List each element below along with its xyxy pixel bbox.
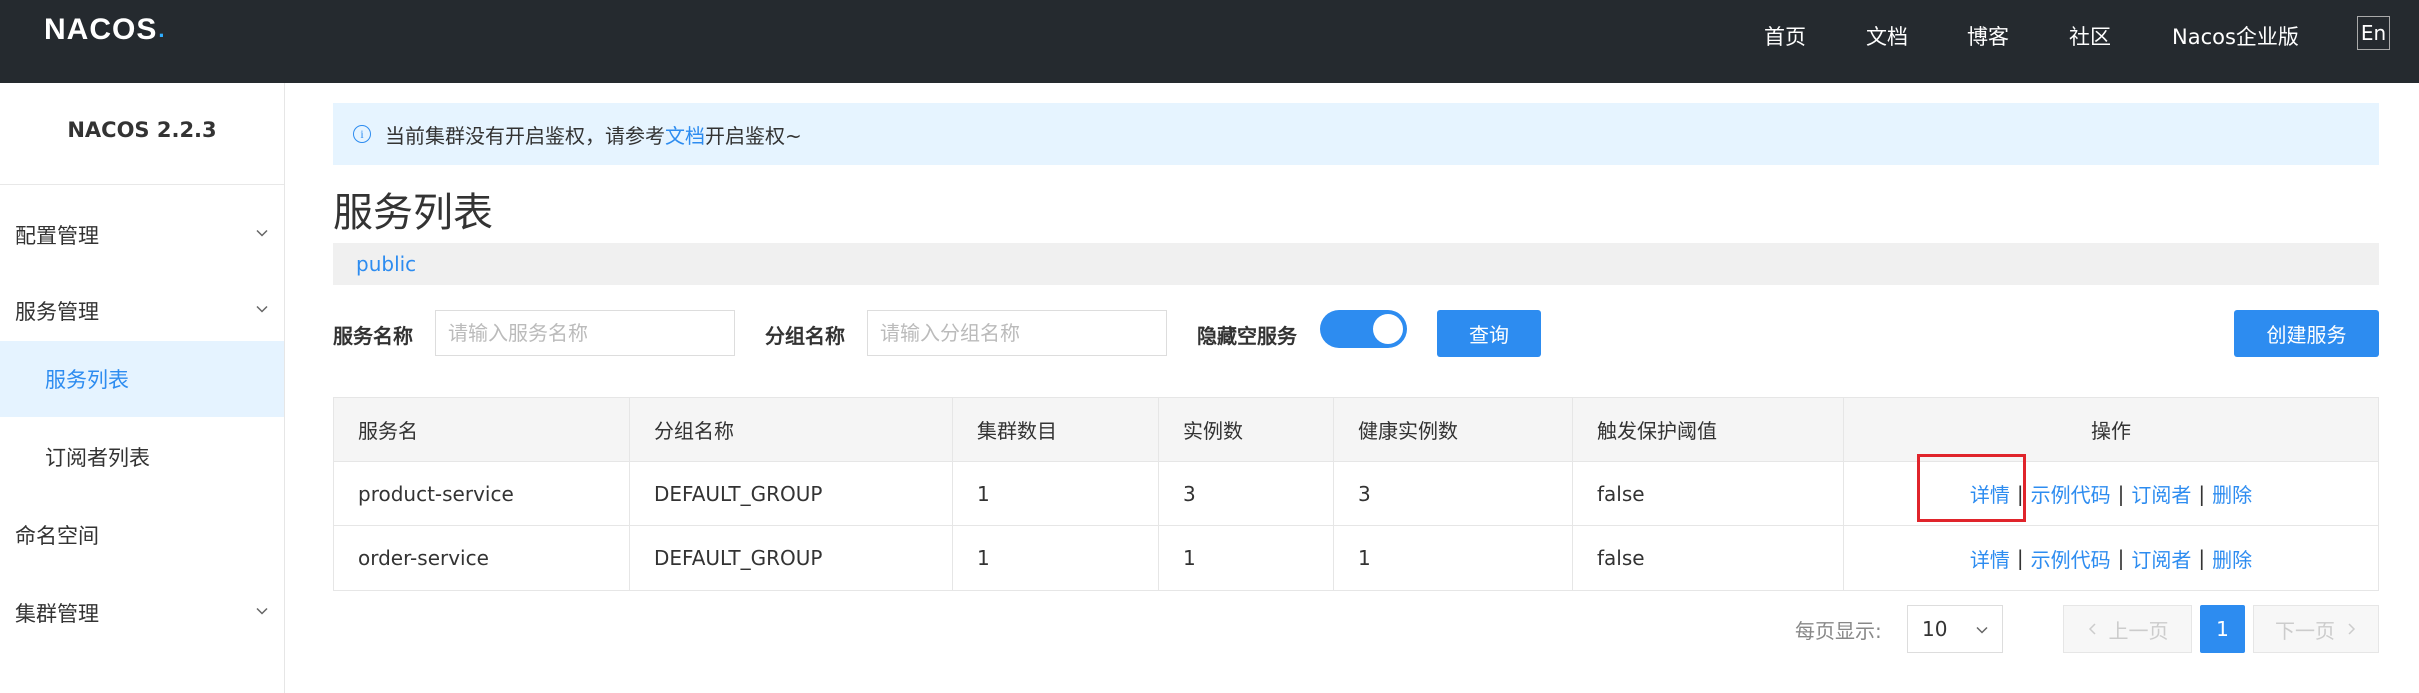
table-header-row: 服务名 分组名称 集群数目 实例数 健康实例数 触发保护阈值 操作 (334, 398, 2378, 462)
nav-docs-link[interactable]: 文档 (1866, 21, 1908, 51)
separator: | (2198, 546, 2206, 570)
protect-threshold-cell: false (1573, 462, 1844, 525)
protect-threshold-cell: false (1573, 526, 1844, 590)
sidebar-item-config-management[interactable]: 配置管理 (0, 197, 284, 273)
info-icon: i (353, 125, 371, 143)
nav-blog-link[interactable]: 博客 (1967, 21, 2009, 51)
prev-page-label: 上一页 (2108, 618, 2169, 643)
separator: | (2198, 481, 2206, 506)
query-button[interactable]: 查询 (1437, 310, 1541, 357)
top-navbar: NACOS. 首页 文档 博客 社区 Nacos企业版 En (0, 0, 2419, 83)
table-row: order-service DEFAULT_GROUP 1 1 1 false … (334, 526, 2378, 590)
hide-empty-toggle[interactable] (1320, 310, 1407, 348)
nav-community-link[interactable]: 社区 (2069, 21, 2111, 51)
column-header: 集群数目 (953, 398, 1159, 461)
instance-count-cell: 3 (1159, 462, 1334, 525)
group-name-input[interactable] (867, 310, 1167, 356)
subscribers-link[interactable]: 订阅者 (2131, 544, 2191, 573)
column-header: 健康实例数 (1334, 398, 1573, 461)
sidebar-item-cluster-management[interactable]: 集群管理 (0, 575, 284, 651)
column-header: 实例数 (1159, 398, 1334, 461)
highlight-annotation-box (1917, 454, 2026, 522)
sidebar-item-label: 命名空间 (15, 524, 99, 548)
separator: | (2016, 546, 2024, 570)
sidebar-item-label: 集群管理 (15, 602, 99, 626)
group-name-label: 分组名称 (765, 324, 845, 348)
instance-count-cell: 1 (1159, 526, 1334, 590)
cluster-count-cell: 1 (953, 462, 1159, 525)
chevron-down-icon (256, 305, 268, 313)
delete-link[interactable]: 删除 (2212, 479, 2252, 508)
healthy-instance-count-cell: 3 (1334, 462, 1573, 525)
logo-text: NACOS (44, 13, 158, 46)
column-header: 操作 (2091, 419, 2131, 443)
service-name-cell: order-service (334, 526, 630, 590)
separator: | (2117, 481, 2125, 506)
table-row: product-service DEFAULT_GROUP 1 3 3 fals… (334, 462, 2378, 526)
detail-link[interactable]: 详情 (1970, 544, 2010, 573)
service-name-label: 服务名称 (333, 324, 413, 348)
page-size-value: 10 (1922, 617, 1948, 641)
chevron-down-icon (256, 607, 268, 615)
column-header: 触发保护阈值 (1573, 398, 1844, 461)
chevron-left-icon (2088, 623, 2096, 635)
delete-link[interactable]: 删除 (2212, 544, 2252, 573)
sidebar-item-service-list[interactable]: 服务列表 (0, 341, 284, 417)
chevron-down-icon (256, 229, 268, 237)
next-page-button[interactable]: 下一页 (2253, 605, 2379, 653)
chevron-down-icon (1976, 626, 1988, 634)
sidebar-item-label: 订阅者列表 (45, 446, 150, 470)
sidebar-item-namespace[interactable]: 命名空间 (0, 497, 284, 573)
service-name-cell: product-service (334, 462, 630, 525)
auth-notice-banner: i 当前集群没有开启鉴权，请参考 文档 开启鉴权~ (333, 103, 2379, 165)
sidebar-item-label: 配置管理 (15, 224, 99, 248)
namespace-tab-public[interactable]: public (356, 252, 416, 276)
page-size-label: 每页显示: (1795, 619, 1882, 643)
operations-cell: 详情 | 示例代码 | 订阅者 | 删除 (1844, 526, 2378, 590)
notice-text-before: 当前集群没有开启鉴权，请参考 (385, 123, 665, 148)
page-title: 服务列表 (333, 190, 493, 236)
namespace-bar: public (333, 243, 2379, 285)
healthy-instance-count-cell: 1 (1334, 526, 1573, 590)
sidebar-divider (0, 184, 284, 185)
notice-docs-link[interactable]: 文档 (665, 120, 705, 149)
page-size-select[interactable]: 10 (1907, 605, 2003, 653)
sidebar-item-label: 服务列表 (45, 368, 129, 392)
sidebar-item-service-management[interactable]: 服务管理 (0, 273, 284, 349)
cluster-count-cell: 1 (953, 526, 1159, 590)
hide-empty-label: 隐藏空服务 (1197, 324, 1297, 348)
logo-dot: . (158, 17, 166, 42)
nav-home-link[interactable]: 首页 (1764, 21, 1806, 51)
toggle-knob (1373, 314, 1403, 344)
group-name-cell: DEFAULT_GROUP (630, 462, 953, 525)
create-service-button[interactable]: 创建服务 (2234, 310, 2379, 357)
chevron-right-icon (2348, 623, 2356, 635)
language-switch-button[interactable]: En (2357, 16, 2390, 50)
sample-code-link[interactable]: 示例代码 (2031, 479, 2111, 508)
current-page-button[interactable]: 1 (2200, 605, 2245, 653)
notice-text-after: 开启鉴权~ (705, 123, 802, 148)
separator: | (2117, 546, 2125, 570)
sidebar: NACOS 2.2.3 配置管理 服务管理 服务列表 订阅者列表 命名空间 集群… (0, 83, 285, 693)
subscribers-link[interactable]: 订阅者 (2131, 479, 2191, 508)
column-header: 分组名称 (630, 398, 953, 461)
sidebar-item-subscriber-list[interactable]: 订阅者列表 (0, 419, 284, 495)
nacos-logo[interactable]: NACOS. (44, 13, 166, 46)
sidebar-item-label: 服务管理 (15, 300, 99, 324)
service-name-input[interactable] (435, 310, 735, 356)
service-table: 服务名 分组名称 集群数目 实例数 健康实例数 触发保护阈值 操作 produc… (333, 397, 2379, 591)
column-header: 服务名 (334, 398, 630, 461)
next-page-label: 下一页 (2275, 618, 2335, 643)
nav-enterprise-link[interactable]: Nacos企业版 (2172, 21, 2299, 51)
prev-page-button[interactable]: 上一页 (2063, 605, 2192, 653)
sample-code-link[interactable]: 示例代码 (2031, 544, 2111, 573)
version-title: NACOS 2.2.3 (67, 118, 217, 142)
group-name-cell: DEFAULT_GROUP (630, 526, 953, 590)
